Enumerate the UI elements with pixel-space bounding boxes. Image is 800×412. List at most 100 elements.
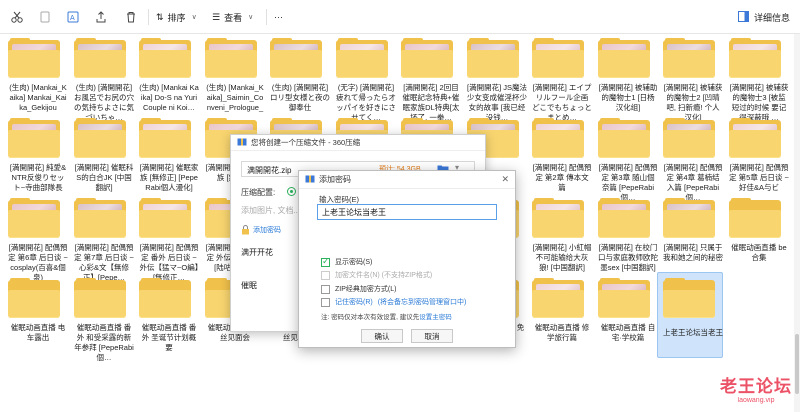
folder-label: [満開開花] 小紅帽不可能输给大灰狼! [中国翻訳] [532,243,592,272]
delete-icon[interactable] [122,8,140,26]
folder-icon [596,38,652,78]
remember-password-hint-link[interactable]: (将会备忘到密码管理窗口中) [378,297,467,307]
folder-label: [満開開花] 催眠科S的白合JK [中国翻訳] [74,163,134,192]
folder-icon [727,198,783,238]
folder-icon [530,278,586,318]
folder-label: 催眠动画直播 番外 和受采露的新年参拜 [PepeRabi個… [74,323,134,362]
folder-label: (生肉) [Mankai_Kaika]_Saimin_Conveni_Prolo… [206,83,264,112]
show-password-label: 显示密码(S) [335,259,373,266]
watermark: 老王论坛 laowang.vip [720,372,792,404]
folder-label: [満開開花] 配偶預定 番外 后日谈 ~ 外伝【猛マ~O編】[無修正… [139,243,199,282]
folder-icon [661,38,717,78]
folder-label: (生肉) [満開開花] ロリ型女様と夜の御奉仕 [270,83,330,112]
confirm-button[interactable]: 确认 [361,329,403,343]
folder-icon [72,38,128,78]
folder-icon [727,38,783,78]
folder-label: [満開開花] 配偶預定 第6章 后日谈 ~ cosplay(百喜&個泉) [8,243,68,282]
watermark-url: laowang.vip [737,397,775,404]
sort-icon: ⇅ [156,11,164,22]
add-password-link[interactable]: 添加密码 [253,225,281,235]
folder-icon [530,118,586,158]
cancel-button[interactable]: 取消 [411,329,453,343]
zip-classic-checkbox[interactable] [321,284,330,294]
encrypt-filenames-label: 加密文件名(N) (不支持ZIP格式) [335,272,433,279]
folder-icon [399,38,455,78]
folder-icon [137,38,193,78]
folder-label: [満開開花] 2回目催眠記念特典+催眠家族DL特典[太坏了, 一拳… [402,83,460,122]
vertical-scrollbar[interactable] [794,34,800,412]
more-label: ··· [274,12,283,22]
folder-icon [72,198,128,238]
cut-icon[interactable] [8,8,26,26]
compress-dialog-title: 您将创建一个压缩文件 - 360压缩 [251,138,361,147]
archive-icon [305,174,315,186]
folder-icon [596,198,652,238]
password-input[interactable] [317,204,497,220]
svg-text:A: A [70,15,75,22]
details-icon [737,10,749,24]
encrypt-filenames-checkbox [321,270,330,280]
folder-label: (生肉) [満開開花] お風呂でお尻の穴の気持ちよさに気づいちゃ… [74,83,134,122]
faint-text-name: 满开开花 [241,248,273,257]
folder-label: [満開開花] 配偶預定 第3章 随山個奈篇 [PepeRabi個… [598,163,658,202]
watermark-title: 老王论坛 [720,377,792,396]
folder-icon [137,278,193,318]
folder-icon [6,198,62,238]
remember-password-option[interactable]: 记住密码(R) (将会备忘到密码管理窗口中) [321,297,466,307]
folder-label: [満開開花] エイプリルフール企画 どこでもちょっとまとめ… [532,83,592,122]
zip-classic-option[interactable]: ZIP经典加密方式(L) [321,284,396,294]
copy-icon[interactable] [36,8,54,26]
close-icon[interactable]: ✕ [501,174,509,185]
folder-icon [530,198,586,238]
details-button[interactable]: 详细信息 [737,8,790,26]
folder-icon [6,118,62,158]
chevron-down-icon: ∨ [191,14,197,21]
folder-label: (生肉) [Mankai_Kaika] Mankai_Kaika_Gekijou [9,83,67,112]
folder-label: 上老王论坛当老王 [663,328,723,337]
folder-icon [596,118,652,158]
folder-icon [6,278,62,318]
share-icon[interactable] [92,8,110,26]
add-password-dialog: 添加密码 ✕ 输入密码(E) 显示密码(S) 加密文件名(N) (不支持ZIP格… [298,170,516,348]
note-text: 注: 密码仅对本次有效设置, 建议先 [321,314,420,321]
folder-icon [661,198,717,238]
folder-icon [661,278,717,318]
password-note: 注: 密码仅对本次有效设置, 建议先设置主密码 [321,311,452,321]
archive-icon [237,137,247,149]
sort-button[interactable]: ⇅ 排序 ∨ [156,8,197,26]
encrypt-filenames-option: 加密文件名(N) (不支持ZIP格式) [321,270,432,280]
set-master-password-link[interactable]: 设置主密码 [419,314,452,321]
folder-label: [満開開花] 被辅获的魔物士3 [被监短过的时候 要记得深蔽哦 … [729,83,789,122]
folder-icon [72,278,128,318]
view-label: 查看 [224,12,243,23]
folder-icon [530,38,586,78]
password-dialog-title: 添加密码 [319,175,351,184]
lock-icon [241,225,250,237]
config-radio[interactable] [287,187,296,196]
folder-icon [137,118,193,158]
folder-icon [203,38,259,78]
remember-password-checkbox[interactable] [321,297,330,307]
rename-icon[interactable]: A [64,8,82,26]
folder-label: (生肉) [Mankai Kaika] Do-S na Yuri Couple … [139,83,199,112]
show-password-option[interactable]: 显示密码(S) [321,256,373,267]
folder-icon [268,38,324,78]
show-password-checkbox[interactable] [321,256,330,267]
folder-label: (无字) [満開開花] 疲れて帰ったらオッパイを好きにさせてく… [336,83,396,122]
compress-config-label: 压缩配置: [241,188,276,197]
toolbar: A ⇅ 排序 ∨ ☰ 查看 ∨ ··· 详细信息 [0,0,800,34]
folder-label: [満開開花] 純愛&NTR反俊りセット~寺曲部隊長 [9,163,67,192]
folder-icon [727,118,783,158]
remember-password-label: 记住密码(R) [335,299,373,306]
folder-label: 催眠动画直播 自宅·学校篇 [600,323,656,342]
folder-label: [満開開花] 在校门口与家庭教师欧陀墨sex [中国翻訳] [598,243,658,272]
folder-label: 催眠动画直播 be 合集 [731,243,787,262]
details-label: 详细信息 [753,12,790,23]
view-button[interactable]: ☰ 查看 ∨ [212,8,253,26]
scrollbar-thumb[interactable] [795,334,799,394]
more-button[interactable]: ··· [274,8,283,26]
folder-icon [661,118,717,158]
faint-text-add-files: 添加图片, 文档... [241,206,301,215]
view-icon: ☰ [212,11,221,22]
folder-label: [満開開花] 配偶預定 第2章 傳本文篇 [532,163,592,192]
